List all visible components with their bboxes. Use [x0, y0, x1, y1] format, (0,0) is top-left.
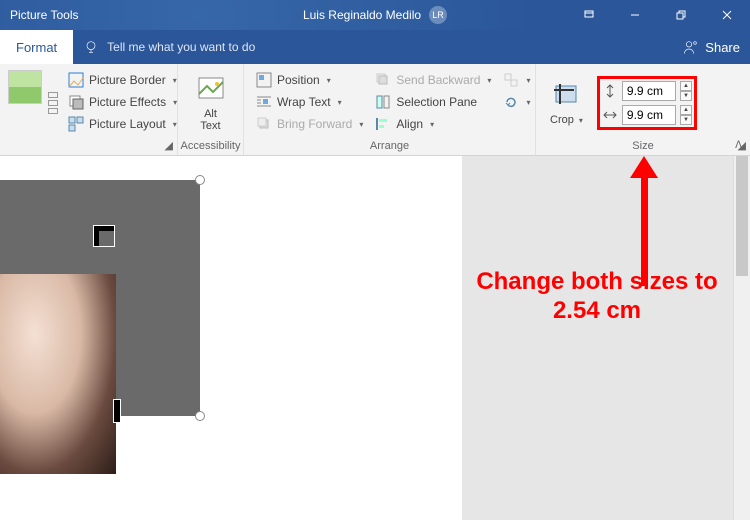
- group-arrange: Position▾ Wrap Text▾ Bring Forward▾ Send…: [244, 64, 536, 155]
- chevron-down-icon: ▾: [173, 98, 177, 107]
- group-size: Crop ▾ ▲▼ ▲▼ Size◢: [536, 64, 750, 155]
- group-label-arrange: Arrange: [244, 138, 535, 155]
- size-inputs-highlight: ▲▼ ▲▼: [597, 76, 697, 130]
- resize-handle[interactable]: [195, 175, 205, 185]
- height-spinner[interactable]: ▲▼: [680, 81, 692, 101]
- chevron-down-icon: ▾: [579, 116, 583, 125]
- bring-forward-button: Bring Forward▾: [252, 114, 367, 134]
- group-label-size: Size: [632, 140, 653, 152]
- position-icon: [256, 72, 272, 88]
- ribbon: Picture Border▾ Picture Effects▾ Picture…: [0, 64, 750, 156]
- chevron-down-icon: ▾: [338, 98, 342, 107]
- width-row: ▲▼: [602, 105, 692, 125]
- picture-content: [0, 274, 116, 474]
- width-spinner[interactable]: ▲▼: [680, 105, 692, 125]
- ribbon-display-options-button[interactable]: [566, 0, 612, 30]
- window-controls: [566, 0, 750, 30]
- height-input[interactable]: [622, 81, 676, 101]
- spinner-up-icon[interactable]: ▲: [680, 105, 692, 115]
- collapse-ribbon-icon[interactable]: ᐱ: [735, 140, 742, 151]
- arrow-head-icon: [630, 156, 658, 178]
- gallery-more-icon: [48, 108, 58, 114]
- crop-button[interactable]: Crop ▾: [542, 76, 591, 130]
- group-accessibility: Alt Text Accessibility: [178, 64, 244, 155]
- chevron-down-icon: ▾: [526, 98, 530, 107]
- context-tab-label: Picture Tools: [0, 8, 88, 22]
- resize-handle[interactable]: [195, 411, 205, 421]
- wrap-text-button[interactable]: Wrap Text▾: [252, 92, 367, 112]
- styles-gallery-expand[interactable]: [44, 68, 62, 138]
- gallery-up-icon: [48, 92, 58, 98]
- width-input[interactable]: [622, 105, 676, 125]
- rotate-button[interactable]: ▾: [499, 92, 534, 112]
- page[interactable]: [0, 156, 462, 520]
- tell-me-placeholder: Tell me what you want to do: [107, 40, 255, 54]
- share-icon: [683, 39, 699, 55]
- selection-pane-button[interactable]: Selection Pane: [371, 92, 495, 112]
- chevron-down-icon: ▾: [173, 120, 177, 129]
- spinner-down-icon[interactable]: ▼: [680, 91, 692, 101]
- picture-effects-icon: [68, 94, 84, 110]
- canvas-background: [462, 156, 750, 520]
- chevron-down-icon: ▾: [173, 76, 177, 85]
- avatar: LR: [429, 6, 447, 24]
- spinner-down-icon[interactable]: ▼: [680, 115, 692, 125]
- close-button[interactable]: [704, 0, 750, 30]
- vertical-scrollbar[interactable]: [733, 156, 750, 520]
- user-name: Luis Reginaldo Medilo: [303, 8, 421, 22]
- crop-handle-corner[interactable]: [94, 226, 114, 246]
- alt-text-icon: [195, 74, 227, 106]
- dialog-launcher-icon[interactable]: ◢: [165, 139, 173, 152]
- chevron-down-icon: ▾: [487, 76, 491, 85]
- gallery-down-icon: [48, 100, 58, 106]
- width-icon: [602, 107, 618, 123]
- picture-border-button[interactable]: Picture Border▾: [64, 70, 181, 90]
- align-icon: [375, 116, 391, 132]
- restore-button[interactable]: [658, 0, 704, 30]
- group-picture-styles: Picture Border▾ Picture Effects▾ Picture…: [0, 64, 178, 155]
- wrap-text-icon: [256, 94, 272, 110]
- rotate-icon: [503, 94, 519, 110]
- group-label-accessibility: Accessibility: [178, 138, 243, 155]
- position-button[interactable]: Position▾: [252, 70, 367, 90]
- tab-format[interactable]: Format: [0, 30, 73, 64]
- chevron-down-icon: ▾: [327, 76, 331, 85]
- picture-layout-icon: [68, 116, 84, 132]
- selection-pane-icon: [375, 94, 391, 110]
- send-backward-button: Send Backward▾: [371, 70, 495, 90]
- picture-layout-button[interactable]: Picture Layout▾: [64, 114, 181, 134]
- tell-me-search[interactable]: Tell me what you want to do: [73, 30, 265, 64]
- align-button[interactable]: Align▾: [371, 114, 495, 134]
- group-button: ▾: [499, 70, 534, 90]
- alt-text-button[interactable]: Alt Text: [187, 68, 235, 138]
- chevron-down-icon: ▾: [430, 120, 434, 129]
- scroll-thumb[interactable]: [736, 156, 748, 276]
- annotation-arrow: [630, 156, 658, 286]
- picture-style-thumb[interactable]: [8, 70, 42, 104]
- spinner-up-icon[interactable]: ▲: [680, 81, 692, 91]
- bring-forward-icon: [256, 116, 272, 132]
- annotation-text: Change both sizes to 2.54 cm: [452, 268, 742, 326]
- ribbon-tabbar: Format Tell me what you want to do Share: [0, 30, 750, 64]
- crop-handle-side[interactable]: [114, 400, 120, 422]
- send-backward-icon: [375, 72, 391, 88]
- titlebar: Picture Tools Luis Reginaldo Medilo LR: [0, 0, 750, 30]
- group-icon: [503, 72, 519, 88]
- minimize-button[interactable]: [612, 0, 658, 30]
- titlebar-user[interactable]: Luis Reginaldo Medilo LR: [303, 6, 447, 24]
- crop-icon: [550, 80, 582, 112]
- chevron-down-icon: ▾: [526, 76, 530, 85]
- height-icon: [602, 83, 618, 99]
- picture-border-icon: [68, 72, 84, 88]
- lightbulb-icon: [83, 39, 99, 55]
- share-button[interactable]: Share: [683, 30, 740, 64]
- height-row: ▲▼: [602, 81, 692, 101]
- chevron-down-icon: ▾: [359, 120, 363, 129]
- picture-effects-button[interactable]: Picture Effects▾: [64, 92, 181, 112]
